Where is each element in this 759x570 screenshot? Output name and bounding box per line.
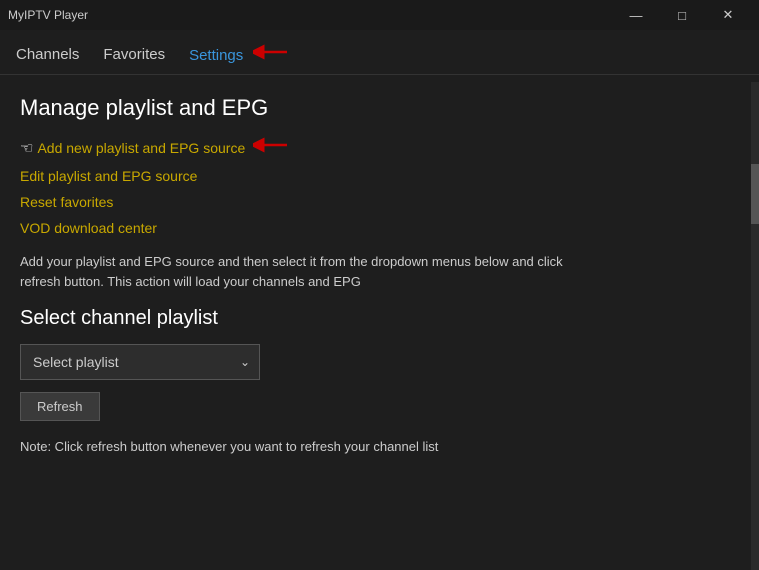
note-text: Note: Click refresh button whenever you … <box>20 439 739 454</box>
add-playlist-arrow-icon <box>253 137 289 158</box>
settings-arrow-icon <box>253 47 289 64</box>
maximize-button[interactable]: □ <box>659 0 705 30</box>
playlist-dropdown-wrapper: Select playlist ⌄ <box>20 344 260 380</box>
dropdown-container: Select playlist ⌄ <box>20 344 739 380</box>
app-title: MyIPTV Player <box>8 8 88 22</box>
scrollbar-thumb[interactable] <box>751 164 759 224</box>
nav-favorites[interactable]: Favorites <box>103 42 165 67</box>
nav-channels[interactable]: Channels <box>16 42 79 67</box>
nav-bar: Channels Favorites Settings <box>0 30 759 75</box>
window-controls: — □ ✕ <box>613 0 751 30</box>
reset-favorites-link[interactable]: Reset favorites <box>20 194 739 210</box>
refresh-button[interactable]: Refresh <box>20 392 100 421</box>
add-playlist-link[interactable]: Add new playlist and EPG source <box>37 140 245 156</box>
vod-download-link[interactable]: VOD download center <box>20 220 739 236</box>
playlist-dropdown[interactable]: Select playlist <box>20 344 260 380</box>
nav-settings[interactable]: Settings <box>189 40 289 68</box>
title-bar: MyIPTV Player — □ ✕ <box>0 0 759 30</box>
links-section: ☜ Add new playlist and EPG source Edit p… <box>20 137 739 236</box>
scrollbar-track <box>751 82 759 570</box>
description-text: Add your playlist and EPG source and the… <box>20 252 580 291</box>
edit-playlist-link[interactable]: Edit playlist and EPG source <box>20 168 739 184</box>
main-content: Manage playlist and EPG ☜ Add new playli… <box>0 75 759 563</box>
close-button[interactable]: ✕ <box>705 0 751 30</box>
add-playlist-row: ☜ Add new playlist and EPG source <box>20 137 739 158</box>
page-heading: Manage playlist and EPG <box>20 95 739 121</box>
hand-cursor-icon: ☜ <box>20 139 33 157</box>
minimize-button[interactable]: — <box>613 0 659 30</box>
section-heading: Select channel playlist <box>20 307 739 330</box>
